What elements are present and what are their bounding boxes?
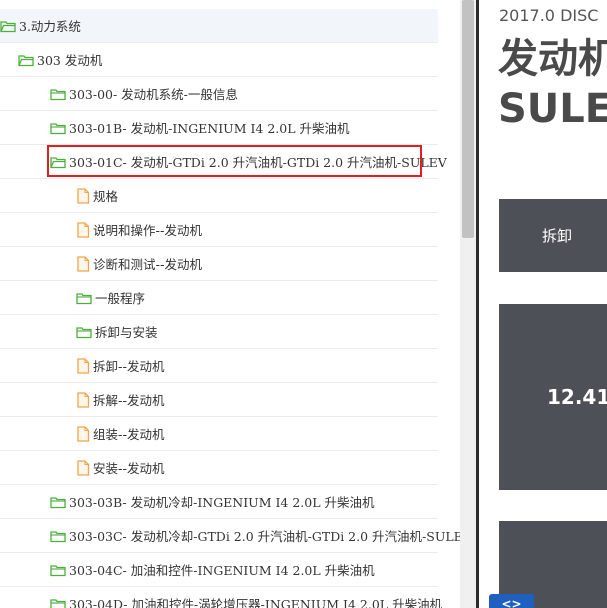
content-panel: 2017.0 DISC 发动机 SULEV 拆卸 12.41. — [479, 0, 607, 608]
folder-icon — [76, 325, 92, 339]
document-header: 2017.0 DISC — [499, 6, 599, 25]
step-block-label: 12.41. — [547, 385, 607, 409]
tree-item[interactable]: 规格 — [0, 179, 438, 213]
nav-arrows-button[interactable]: <> — [489, 594, 534, 608]
tree-item-label: 303-04C- 加油和控件-INGENIUM I4 2.0L 升柴油机 — [69, 563, 375, 578]
document-icon — [76, 425, 90, 442]
folder-icon — [50, 563, 66, 577]
scrollbar-thumb[interactable] — [462, 0, 474, 238]
tree-item-label: 诊断和测试--发动机 — [93, 257, 203, 272]
tree-item[interactable]: 303-04C- 加油和控件-INGENIUM I4 2.0L 升柴油机 — [0, 553, 438, 587]
document-icon — [76, 459, 90, 476]
document-title: 发动机 SULEV — [498, 34, 607, 134]
tree-item-label: 303-01C- 发动机-GTDi 2.0 升汽油机-GTDi 2.0 升汽油机… — [69, 155, 447, 170]
step-block[interactable]: 12.41. — [499, 304, 607, 490]
folder-icon — [50, 597, 66, 608]
tree-item-label: 一般程序 — [95, 291, 146, 306]
tree-item-label: 拆解--发动机 — [93, 393, 165, 408]
folder-icon — [50, 495, 66, 509]
tree-item-label: 安装--发动机 — [93, 461, 165, 476]
folder-open-icon — [18, 53, 34, 67]
document-icon — [76, 187, 90, 204]
document-icon — [76, 221, 90, 238]
tree-item-label: 拆卸--发动机 — [93, 359, 165, 374]
folder-open-icon — [0, 19, 16, 33]
removal-block-label: 拆卸 — [542, 227, 573, 245]
folder-icon — [50, 87, 66, 101]
tree-item[interactable]: 303-04D- 加油和控件-涡轮增压器-INGENIUM I4 2.0L 升柴… — [0, 587, 442, 608]
app-window: 3.动力系统 303 发动机 303-00- 发动机系统-一般信息 303-01B- … — [0, 0, 607, 608]
tree-item[interactable]: 拆卸--发动机 — [0, 349, 438, 383]
tree-item-label: 组装--发动机 — [93, 427, 165, 442]
tree-item-label: 规格 — [93, 189, 119, 204]
tree-item-label: 3.动力系统 — [19, 19, 81, 34]
document-title-line1: 发动机 — [498, 36, 607, 82]
tree-item[interactable]: 303-01B- 发动机-INGENIUM I4 2.0L 升柴油机 — [0, 111, 438, 145]
folder-icon — [50, 529, 66, 543]
navigation-tree: 3.动力系统 303 发动机 303-00- 发动机系统-一般信息 303-01B- … — [0, 0, 460, 608]
tree-item[interactable]: 303-01C- 发动机-GTDi 2.0 升汽油机-GTDi 2.0 升汽油机… — [0, 145, 447, 179]
document-title-line2: SULEV — [498, 86, 607, 132]
tree-item[interactable]: 诊断和测试--发动机 — [0, 247, 438, 281]
tree-item-label: 303-00- 发动机系统-一般信息 — [69, 87, 238, 102]
tree-item[interactable]: 说明和操作--发动机 — [0, 213, 438, 247]
tree-item[interactable]: 303-03B- 发动机冷却-INGENIUM I4 2.0L 升柴油机 — [0, 485, 438, 519]
tree-item-label: 303-03B- 发动机冷却-INGENIUM I4 2.0L 升柴油机 — [69, 495, 375, 510]
tree-item[interactable]: 拆卸与安装 — [0, 315, 438, 349]
tree-item[interactable]: 303-00- 发动机系统-一般信息 — [0, 77, 438, 111]
tree-item[interactable]: 一般程序 — [0, 281, 438, 315]
removal-block[interactable]: 拆卸 — [499, 199, 607, 272]
document-icon — [76, 391, 90, 408]
document-icon — [76, 357, 90, 374]
tree-item[interactable]: 拆解--发动机 — [0, 383, 438, 417]
tree-item-label: 拆卸与安装 — [95, 325, 158, 340]
tree-item[interactable]: 303 发动机 — [0, 43, 438, 77]
folder-icon — [50, 121, 66, 135]
tree-item[interactable]: 安装--发动机 — [0, 451, 438, 485]
tree-item-label: 303-03C- 发动机冷却-GTDi 2.0 升汽油机-GTDi 2.0 升汽… — [69, 529, 460, 544]
tree-item[interactable]: 组装--发动机 — [0, 417, 438, 451]
tree-item-label: 303 发动机 — [37, 53, 103, 68]
tree-item-label: 说明和操作--发动机 — [93, 223, 203, 238]
tree-item-label: 303-04D- 加油和控件-涡轮增压器-INGENIUM I4 2.0L 升柴… — [69, 597, 443, 608]
tree-item[interactable]: 3.动力系统 — [0, 9, 438, 43]
document-icon — [76, 255, 90, 272]
folder-icon — [76, 291, 92, 305]
tree-item[interactable]: 303-03C- 发动机冷却-GTDi 2.0 升汽油机-GTDi 2.0 升汽… — [0, 519, 460, 553]
tree-item-label: 303-01B- 发动机-INGENIUM I4 2.0L 升柴油机 — [69, 121, 350, 136]
folder-open-icon — [50, 155, 66, 169]
